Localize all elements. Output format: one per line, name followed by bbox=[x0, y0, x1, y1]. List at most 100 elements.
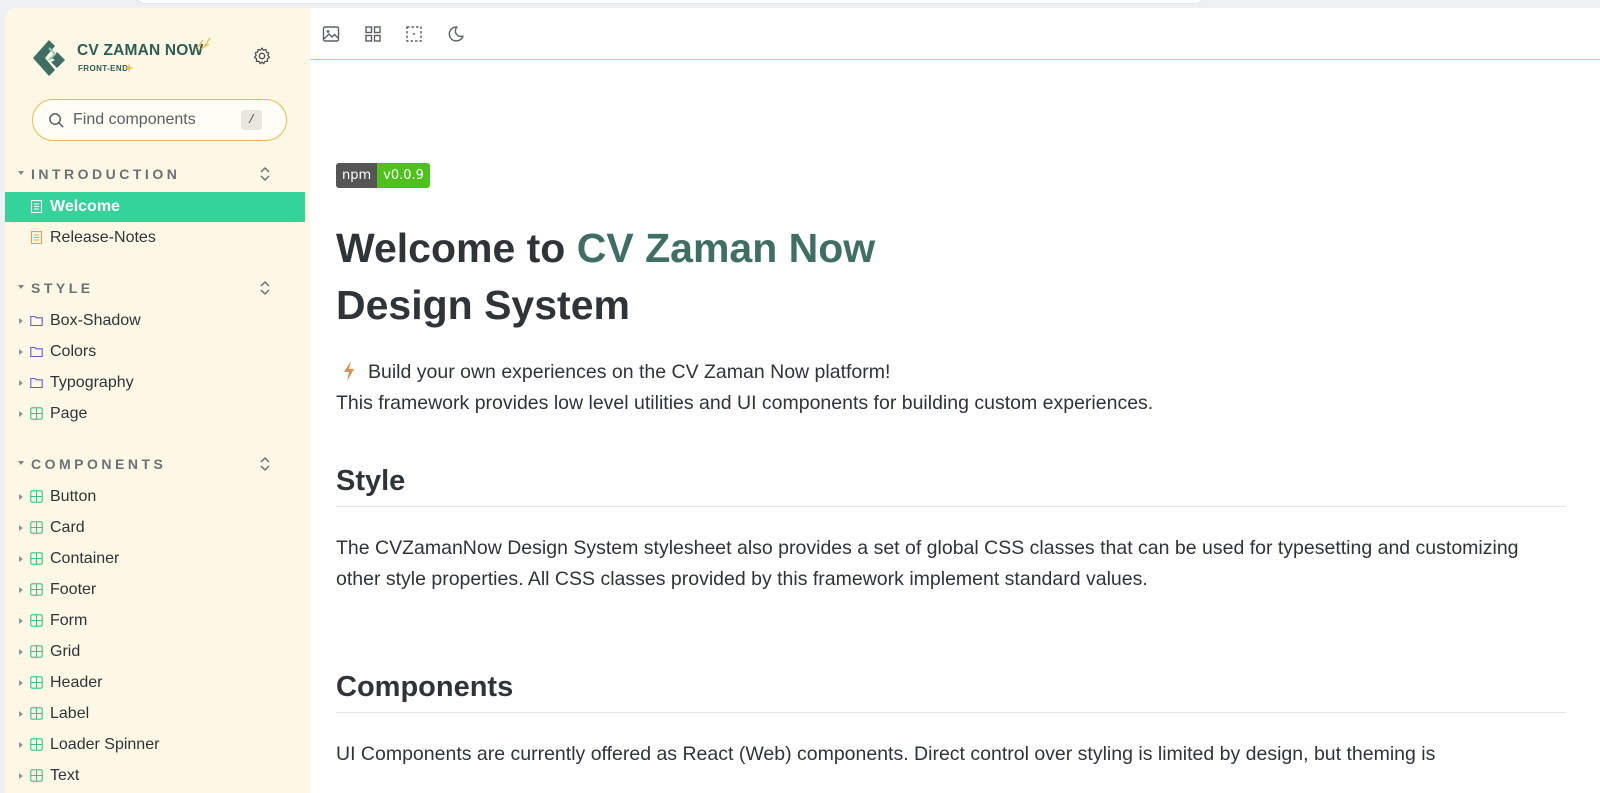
sidebar-item-label: Welcome bbox=[50, 198, 120, 215]
sidebar-item-colors[interactable]: Colors bbox=[5, 337, 305, 367]
sidebar-item-label-text: Label bbox=[50, 705, 90, 722]
caret-right-icon bbox=[19, 380, 23, 386]
caret-right-icon bbox=[19, 494, 23, 500]
sidebar-item-label: Header bbox=[50, 674, 103, 691]
components-description: UI Components are currently offered as R… bbox=[336, 743, 1436, 765]
sidebar-item-release-notes[interactable]: Release-Notes bbox=[5, 223, 305, 253]
grid-toggle-button[interactable] bbox=[362, 23, 384, 45]
caret-right-icon bbox=[19, 318, 23, 324]
folder-icon bbox=[30, 315, 43, 327]
search-shortcut-key: / bbox=[241, 110, 262, 130]
sidebar-item-page[interactable]: Page bbox=[5, 399, 305, 429]
sidebar-item-box-shadow[interactable]: Box-Shadow bbox=[5, 306, 305, 336]
sidebar-item-label: Page bbox=[50, 405, 88, 422]
outline-toggle-button[interactable] bbox=[403, 23, 425, 45]
folder-icon bbox=[30, 346, 43, 358]
sidebar-item-label[interactable]: Label bbox=[5, 699, 305, 729]
badge-version: v0.0.9 bbox=[377, 163, 430, 188]
sidebar-item-label: Footer bbox=[50, 581, 97, 598]
brand-title: CV ZAMAN NOW bbox=[77, 42, 204, 59]
sidebar-item-loader-spinner[interactable]: Loader Spinner bbox=[5, 730, 305, 760]
npm-version-badge[interactable]: npm v0.0.9 bbox=[336, 163, 430, 188]
search-input[interactable] bbox=[73, 109, 233, 131]
image-icon bbox=[322, 26, 340, 42]
component-icon bbox=[30, 552, 43, 565]
component-icon bbox=[30, 738, 43, 751]
sidebar-item-text[interactable]: Text bbox=[5, 761, 305, 791]
sidebar-item-welcome[interactable]: Welcome bbox=[5, 192, 305, 222]
sparkle-icon bbox=[196, 37, 211, 50]
sidebar-item-label: Card bbox=[50, 519, 85, 536]
sidebar-item-label: Text bbox=[50, 767, 80, 784]
style-heading: Style bbox=[336, 465, 1566, 507]
caret-down-icon bbox=[18, 461, 24, 465]
sidebar-item-label: Typography bbox=[50, 374, 134, 391]
expand-collapse-icon[interactable] bbox=[258, 165, 272, 183]
sidebar-item-label: Box-Shadow bbox=[50, 312, 141, 329]
caret-right-icon bbox=[19, 525, 23, 531]
outline-icon bbox=[406, 26, 422, 42]
sidebar-item-label: Grid bbox=[50, 643, 81, 660]
section-label: COMPONENTS bbox=[31, 456, 167, 472]
component-icon bbox=[30, 676, 43, 689]
section-components[interactable]: COMPONENTS bbox=[5, 453, 310, 475]
logo-icon bbox=[33, 40, 65, 76]
browser-top-strip bbox=[0, 0, 1600, 8]
title-prefix: Welcome to bbox=[336, 225, 577, 271]
lightning-icon bbox=[344, 361, 354, 381]
sidebar-item-label: Colors bbox=[50, 343, 97, 360]
gear-icon bbox=[253, 47, 271, 65]
caret-right-icon bbox=[19, 587, 23, 593]
page-title: Welcome to CV Zaman Now Design System bbox=[336, 220, 1236, 334]
zoom-image-button[interactable] bbox=[320, 23, 342, 45]
search-box[interactable]: / bbox=[32, 99, 287, 141]
caret-right-icon bbox=[19, 649, 23, 655]
search-icon bbox=[49, 113, 64, 128]
sidebar-item-grid[interactable]: Grid bbox=[5, 637, 305, 667]
moon-icon bbox=[448, 26, 464, 42]
sidebar: CV ZAMAN NOW FRONT-END / INTRODUCTION W bbox=[5, 8, 310, 793]
sidebar-item-label: Release-Notes bbox=[50, 229, 156, 246]
toolbar bbox=[310, 8, 1600, 60]
brand-subtitle: FRONT-END bbox=[78, 64, 129, 73]
theme-toggle-button[interactable] bbox=[445, 23, 467, 45]
settings-button[interactable] bbox=[250, 44, 274, 68]
document-icon bbox=[30, 200, 43, 213]
sidebar-item-card[interactable]: Card bbox=[5, 513, 305, 543]
main-panel: npm v0.0.9 Welcome to CV Zaman Now Desig… bbox=[310, 8, 1600, 793]
sidebar-item-label: Container bbox=[50, 550, 120, 567]
caret-right-icon bbox=[19, 680, 23, 686]
sidebar-item-label: Button bbox=[50, 488, 97, 505]
caret-down-icon bbox=[18, 285, 24, 289]
components-heading: Components bbox=[336, 671, 1566, 713]
caret-right-icon bbox=[19, 349, 23, 355]
intro-line-two: This framework provides low level utilit… bbox=[336, 392, 1154, 414]
sidebar-item-form[interactable]: Form bbox=[5, 606, 305, 636]
component-icon bbox=[30, 769, 43, 782]
component-icon bbox=[30, 407, 43, 420]
sidebar-item-button[interactable]: Button bbox=[5, 482, 305, 512]
caret-down-icon bbox=[18, 171, 24, 175]
sidebar-item-label: Form bbox=[50, 612, 88, 629]
sidebar-item-header[interactable]: Header bbox=[5, 668, 305, 698]
sidebar-item-footer[interactable]: Footer bbox=[5, 575, 305, 605]
section-label: STYLE bbox=[31, 280, 94, 296]
sidebar-item-container[interactable]: Container bbox=[5, 544, 305, 574]
title-brand: CV Zaman Now bbox=[576, 225, 876, 271]
sidebar-item-label: Loader Spinner bbox=[50, 736, 160, 753]
folder-icon bbox=[30, 377, 43, 389]
grid-icon bbox=[365, 26, 381, 42]
expand-collapse-icon[interactable] bbox=[258, 279, 272, 297]
section-label: INTRODUCTION bbox=[31, 166, 181, 182]
component-icon bbox=[30, 645, 43, 658]
expand-collapse-icon[interactable] bbox=[258, 455, 272, 473]
caret-right-icon bbox=[19, 711, 23, 717]
title-line-two: Design System bbox=[336, 282, 630, 328]
section-style[interactable]: STYLE bbox=[5, 277, 310, 299]
component-icon bbox=[30, 521, 43, 534]
sidebar-item-typography[interactable]: Typography bbox=[5, 368, 305, 398]
caret-right-icon bbox=[19, 411, 23, 417]
section-introduction[interactable]: INTRODUCTION bbox=[5, 163, 310, 185]
component-icon bbox=[30, 490, 43, 503]
brand-logo[interactable]: CV ZAMAN NOW FRONT-END bbox=[31, 36, 221, 88]
